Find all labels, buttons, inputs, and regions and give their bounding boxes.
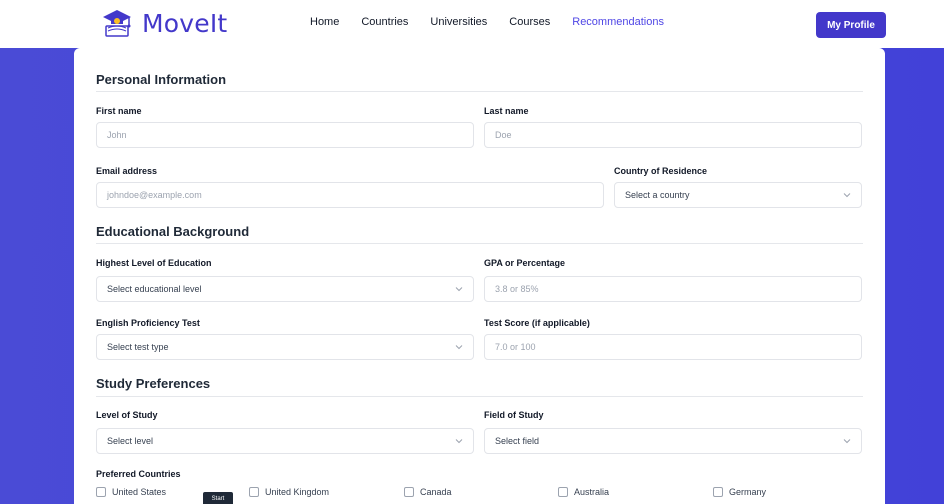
study-level-select[interactable]: Select level [96, 428, 474, 454]
brand-logo[interactable]: MoveIt [100, 6, 227, 40]
email-label: Email address [96, 166, 158, 176]
gpa-placeholder: 3.8 or 85% [495, 284, 539, 294]
english-test-value: Select test type [107, 342, 169, 352]
chevron-down-icon [455, 439, 463, 444]
first-name-placeholder: John [107, 130, 127, 140]
nav-recommendations[interactable]: Recommendations [572, 16, 664, 28]
country-checkbox-germany[interactable]: Germany [713, 487, 766, 497]
preferences-divider [96, 396, 863, 397]
english-test-label: English Proficiency Test [96, 318, 200, 328]
my-profile-button[interactable]: My Profile [816, 12, 886, 38]
education-divider [96, 243, 863, 244]
checkbox-label: Germany [729, 487, 767, 497]
checkbox-box[interactable] [713, 487, 723, 497]
country-checkbox-canada[interactable]: Canada [404, 487, 452, 497]
country-residence-value: Select a country [625, 190, 690, 200]
nav-home[interactable]: Home [310, 16, 339, 28]
nav-courses[interactable]: Courses [509, 16, 550, 28]
study-level-value: Select level [107, 436, 154, 446]
personal-info-title: Personal Information [96, 72, 227, 87]
preferred-countries-label: Preferred Countries [96, 469, 181, 479]
country-checkbox-australia[interactable]: Australia [558, 487, 609, 497]
first-name-label: First name [96, 106, 142, 116]
nav-countries[interactable]: Countries [361, 16, 408, 28]
gpa-label: GPA or Percentage [484, 258, 566, 268]
country-residence-select[interactable]: Select a country [614, 182, 862, 208]
country-residence-label: Country of Residence [614, 166, 708, 176]
email-input[interactable]: johndoe@example.com [96, 182, 604, 208]
chevron-down-icon [843, 439, 851, 444]
chevron-down-icon [455, 345, 463, 350]
education-level-value: Select educational level [107, 284, 202, 294]
brand-name: MoveIt [142, 8, 228, 38]
checkbox-box[interactable] [96, 487, 106, 497]
field-of-study-value: Select field [495, 436, 540, 446]
first-name-input[interactable]: John [96, 122, 474, 148]
checkbox-box[interactable] [404, 487, 414, 497]
checkbox-label: Australia [574, 487, 610, 497]
gpa-input[interactable]: 3.8 or 85% [484, 276, 862, 302]
checkbox-label: United Kingdom [265, 487, 330, 497]
test-score-input[interactable]: 7.0 or 100 [484, 334, 862, 360]
education-level-label: Highest Level of Education [96, 258, 212, 268]
start-tooltip: Start [203, 492, 233, 504]
field-of-study-label: Field of Study [484, 410, 544, 420]
checkbox-label: United States [112, 487, 167, 497]
chevron-down-icon [843, 193, 851, 198]
nav-universities[interactable]: Universities [430, 16, 487, 28]
last-name-input[interactable]: Doe [484, 122, 862, 148]
top-navbar: MoveIt Home Countries Universities Cours… [0, 0, 944, 48]
checkbox-label: Canada [420, 487, 452, 497]
field-of-study-select[interactable]: Select field [484, 428, 862, 454]
last-name-label: Last name [484, 106, 529, 116]
last-name-placeholder: Doe [495, 130, 512, 140]
education-level-select[interactable]: Select educational level [96, 276, 474, 302]
country-checkbox-united-kingdom[interactable]: United Kingdom [249, 487, 329, 497]
country-checkbox-united-states[interactable]: United States [96, 487, 166, 497]
checkbox-box[interactable] [558, 487, 568, 497]
test-score-label: Test Score (if applicable) [484, 318, 590, 328]
graduation-cap-logo-icon [103, 10, 131, 37]
study-level-label: Level of Study [96, 410, 158, 420]
checkbox-box[interactable] [249, 487, 259, 497]
nav-links: Home Countries Universities Courses Reco… [310, 16, 664, 28]
education-title: Educational Background [96, 224, 250, 239]
email-placeholder: johndoe@example.com [107, 190, 202, 200]
test-score-placeholder: 7.0 or 100 [495, 342, 536, 352]
english-test-select[interactable]: Select test type [96, 334, 474, 360]
personal-divider [96, 91, 863, 92]
chevron-down-icon [455, 287, 463, 292]
study-preferences-title: Study Preferences [96, 376, 211, 391]
